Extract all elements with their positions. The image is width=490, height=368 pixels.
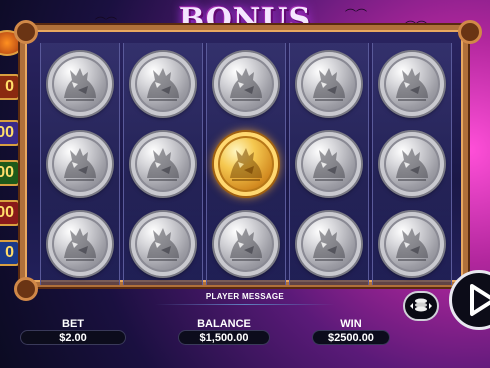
jackpot-meter: 0 [0, 74, 20, 100]
gold-wolf-coin-icon [214, 132, 278, 196]
jackpot-meter: 00 [0, 200, 20, 226]
silver-wolf-coin-icon [297, 132, 361, 196]
jackpot-meter: 0 [0, 240, 20, 266]
reel-cell [290, 204, 368, 284]
silver-wolf-coin-icon [214, 212, 278, 276]
frame-corner-ornament [14, 20, 38, 44]
silver-wolf-coin-icon [380, 212, 444, 276]
reel-column [206, 43, 286, 285]
silver-wolf-coin-icon [131, 212, 195, 276]
silver-wolf-coin-icon [131, 132, 195, 196]
reel-cell [207, 44, 285, 124]
message-divider [155, 304, 335, 305]
silver-wolf-coin-icon [297, 52, 361, 116]
reel-cell [290, 124, 368, 204]
silver-wolf-coin-icon [380, 52, 444, 116]
jackpot-meter: 00 [0, 160, 20, 186]
reel-cell [124, 124, 202, 204]
bet-label: BET [62, 318, 84, 330]
silver-wolf-coin-icon [214, 52, 278, 116]
reel-column [40, 43, 120, 285]
win-label: WIN [340, 318, 362, 330]
coin-stack-icon [410, 298, 432, 312]
reel-cell [41, 44, 119, 124]
reel-cell [373, 44, 451, 124]
reel-cell [290, 44, 368, 124]
reel-cell [207, 204, 285, 284]
silver-wolf-coin-icon [48, 52, 112, 116]
win-value: $2500.00 [312, 330, 390, 345]
reel-cell [124, 204, 202, 284]
reel-cell [373, 204, 451, 284]
jackpot-meter: 00 [0, 120, 20, 146]
reel-column [123, 43, 203, 285]
balance-label: BALANCE [197, 318, 251, 330]
play-icon [470, 284, 490, 316]
silver-wolf-coin-icon [131, 52, 195, 116]
frame-corner-ornament [458, 20, 482, 44]
reel-column [289, 43, 369, 285]
silver-wolf-coin-icon [297, 212, 361, 276]
reel-cell [41, 204, 119, 284]
silver-wolf-coin-icon [48, 132, 112, 196]
coin-stack-button[interactable] [403, 291, 439, 321]
bet-value[interactable]: $2.00 [20, 330, 126, 345]
silver-wolf-coin-icon [380, 132, 444, 196]
reel-cell [124, 44, 202, 124]
reel-cell [207, 124, 285, 204]
silver-wolf-coin-icon [48, 212, 112, 276]
reel-column [372, 43, 452, 285]
balance-value: $1,500.00 [178, 330, 270, 345]
bat-icon: ⌒⌒ [345, 9, 367, 21]
reel-grid [40, 43, 452, 285]
reel-cell [41, 124, 119, 204]
reel-cell [373, 124, 451, 204]
